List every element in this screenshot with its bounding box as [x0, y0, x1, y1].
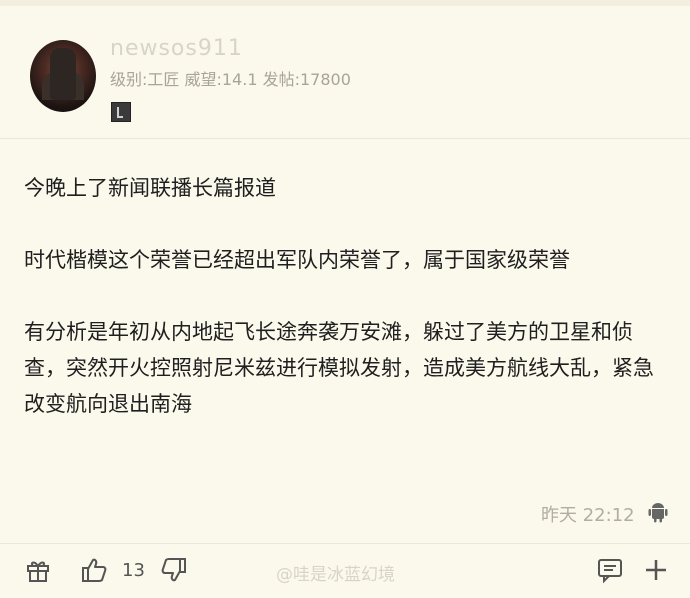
footer-divider [0, 543, 690, 544]
top-edge [0, 0, 690, 6]
post-time: 昨天 22:12 [541, 505, 635, 526]
like-count: 13 [122, 560, 145, 581]
username[interactable]: newsos911 [110, 36, 243, 61]
thumbs-down-icon[interactable] [160, 556, 188, 584]
divider [0, 138, 690, 139]
thumbs-up-icon[interactable] [80, 556, 108, 584]
level-badge-icon [111, 102, 131, 122]
comment-icon[interactable] [596, 556, 624, 584]
watermark: @哇是冰蓝幻境 [276, 565, 395, 585]
paragraph-3: 有分析是年初从内地起飞长途奔袭万安滩，躲过了美方的卫星和侦查，突然开火控照射尼米… [24, 320, 654, 416]
android-icon [648, 503, 668, 523]
action-bar: 13 @哇是冰蓝幻境 [0, 550, 690, 590]
avatar[interactable] [30, 40, 96, 112]
paragraph-1: 今晚上了新闻联播长篇报道 [24, 176, 276, 200]
plus-icon[interactable] [642, 556, 670, 584]
avatar-figure [50, 48, 76, 100]
user-meta: 级别:工匠 威望:14.1 发帖:17800 [110, 70, 351, 89]
gift-icon[interactable] [24, 556, 52, 584]
paragraph-2: 时代楷模这个荣誉已经超出军队内荣誉了，属于国家级荣誉 [24, 248, 570, 272]
post-content: 今晚上了新闻联播长篇报道 时代楷模这个荣誉已经超出军队内荣誉了，属于国家级荣誉 … [24, 170, 672, 458]
